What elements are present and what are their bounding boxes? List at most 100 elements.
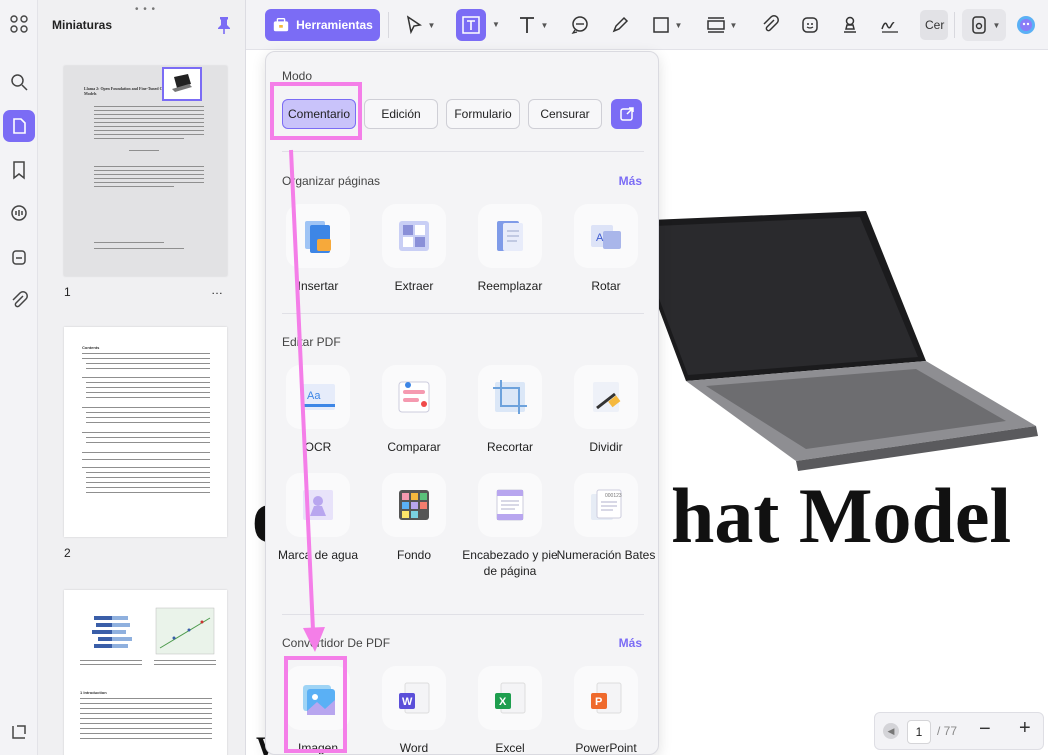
collapse-navigator-button[interactable]: ◀	[883, 723, 899, 739]
attachment-icon[interactable]	[3, 284, 35, 316]
left-rail	[0, 0, 38, 755]
comment-bubble-icon	[571, 16, 588, 35]
drag-handle[interactable]: • • •	[135, 4, 156, 15]
stamp-icon[interactable]	[3, 241, 35, 273]
watermark-icon	[303, 490, 333, 520]
ocr-tool[interactable]: Aa	[286, 365, 350, 429]
to-excel-tool-label: Excel	[495, 741, 525, 755]
split-tool-label: Dividir	[589, 440, 623, 454]
stamp-tool-button[interactable]	[834, 9, 866, 41]
convert-more-link[interactable]: Más	[619, 636, 642, 650]
paperclip-icon	[763, 15, 779, 32]
open-external-button[interactable]	[611, 99, 642, 129]
page-number-1: 1	[64, 285, 71, 299]
svg-text:A: A	[596, 232, 604, 244]
rectangle-icon	[652, 17, 669, 33]
text-tool-button[interactable]: ▼	[510, 9, 554, 41]
excel-icon: X	[495, 682, 526, 714]
signature-tool-button[interactable]	[874, 9, 906, 41]
ocr-icon: Aa	[301, 384, 335, 410]
extract-tool-label: Extraer	[394, 279, 434, 293]
tools-popup: Modo Comentario Edición Formulario Censu…	[265, 51, 659, 755]
thumbnails-panel: • • • Miniaturas Llama 2: Open Foundatio…	[38, 0, 246, 755]
sticker-icon	[802, 17, 818, 33]
rotate-tool[interactable]: A	[574, 204, 638, 268]
replace-tool[interactable]	[478, 204, 542, 268]
organize-more-link[interactable]: Más	[619, 174, 642, 188]
sticker-tool-button[interactable]	[794, 9, 826, 41]
apps-grid-icon[interactable]	[3, 8, 35, 40]
svg-text:Aa: Aa	[307, 390, 321, 402]
rotate-page-icon: A	[591, 225, 621, 249]
bates-numbering-icon: 000123	[591, 489, 622, 520]
shape-tool-button[interactable]: ▼	[644, 9, 688, 41]
svg-text:000123: 000123	[605, 493, 622, 499]
svg-text:W: W	[402, 696, 413, 708]
organize-section-title: Organizar páginas	[282, 174, 381, 188]
to-word-tool[interactable]: W	[382, 666, 446, 730]
zoom-in-button[interactable]: +	[1019, 717, 1031, 740]
mode-redact-button[interactable]: Censurar	[528, 99, 602, 129]
watermark-tool-label: Marca de agua	[277, 548, 359, 562]
bookmark-icon[interactable]	[3, 154, 35, 186]
ai-assistant-button[interactable]	[1010, 9, 1042, 41]
compare-tool[interactable]	[382, 365, 446, 429]
page-thumbnail-2[interactable]: Contents	[64, 327, 227, 537]
laptop-image	[626, 211, 1038, 471]
measure-tool-button[interactable]: ▼	[698, 9, 744, 41]
textbox-tool-button[interactable]	[456, 9, 486, 41]
zoom-out-button[interactable]: −	[979, 718, 991, 741]
textbox-dropdown[interactable]: ▼	[492, 20, 500, 29]
pointer-icon	[406, 15, 422, 35]
storage-icon	[971, 16, 986, 34]
laptop-image-thumb	[162, 67, 202, 101]
comment-tool-button[interactable]	[564, 9, 596, 41]
crop-tool[interactable]	[478, 365, 542, 429]
background-palette-icon	[399, 490, 429, 520]
insert-tool-label: Insertar	[297, 279, 339, 293]
background-tool-label: Fondo	[396, 548, 432, 562]
insert-tool[interactable]	[286, 204, 350, 268]
pages-icon[interactable]	[3, 110, 35, 142]
current-page-input[interactable]: 1	[907, 720, 931, 744]
ai-assistant-icon	[1017, 16, 1035, 34]
truncated-tool-label: Cer	[925, 18, 945, 32]
tools-button[interactable]: Herramientas	[265, 9, 380, 41]
storage-button[interactable]: ▼	[962, 9, 1006, 41]
comments-icon[interactable]	[3, 197, 35, 229]
to-powerpoint-tool[interactable]: P	[574, 666, 638, 730]
page-thumbnail-3[interactable]: 1 Introduction	[64, 590, 227, 755]
thumbnail-charts	[92, 607, 215, 655]
convert-section-title: Convertidor De PDF	[282, 636, 391, 650]
layers-icon[interactable]	[3, 716, 35, 748]
pencil-tool-button[interactable]	[604, 9, 636, 41]
search-icon[interactable]	[3, 66, 35, 98]
mode-form-button[interactable]: Formulario	[446, 99, 520, 129]
attach-tool-button[interactable]	[754, 9, 786, 41]
tools-button-label: Herramientas	[296, 18, 373, 32]
header-footer-tool[interactable]	[478, 473, 542, 537]
signature-icon	[881, 22, 898, 33]
watermark-tool[interactable]	[286, 473, 350, 537]
replace-tool-label: Reemplazar	[477, 279, 543, 293]
thumbnail-heading: Contents	[82, 345, 100, 350]
background-tool[interactable]	[382, 473, 446, 537]
page-1-more-button[interactable]: …	[211, 283, 224, 297]
pin-icon[interactable]	[216, 16, 232, 34]
toolbox-icon	[273, 18, 289, 32]
highlight-box-comment	[270, 82, 362, 140]
highlight-box-image	[284, 656, 347, 753]
bates-numbering-tool[interactable]: 000123	[574, 473, 638, 537]
split-tool[interactable]	[574, 365, 638, 429]
stamp-icon	[844, 16, 856, 33]
mode-edit-button[interactable]: Edición	[364, 99, 438, 129]
extract-tool[interactable]	[382, 204, 446, 268]
to-excel-tool[interactable]: X	[478, 666, 542, 730]
external-link-icon	[619, 107, 634, 121]
extract-pages-icon	[399, 221, 429, 251]
select-tool-button[interactable]: ▼	[396, 9, 442, 41]
textbox-icon	[462, 16, 480, 34]
truncated-tool-button[interactable]: Cer	[920, 10, 948, 40]
header-footer-icon	[496, 489, 524, 521]
page-thumbnail-1[interactable]: Llama 2: Open Foundation and Fine-Tuned …	[64, 66, 227, 276]
